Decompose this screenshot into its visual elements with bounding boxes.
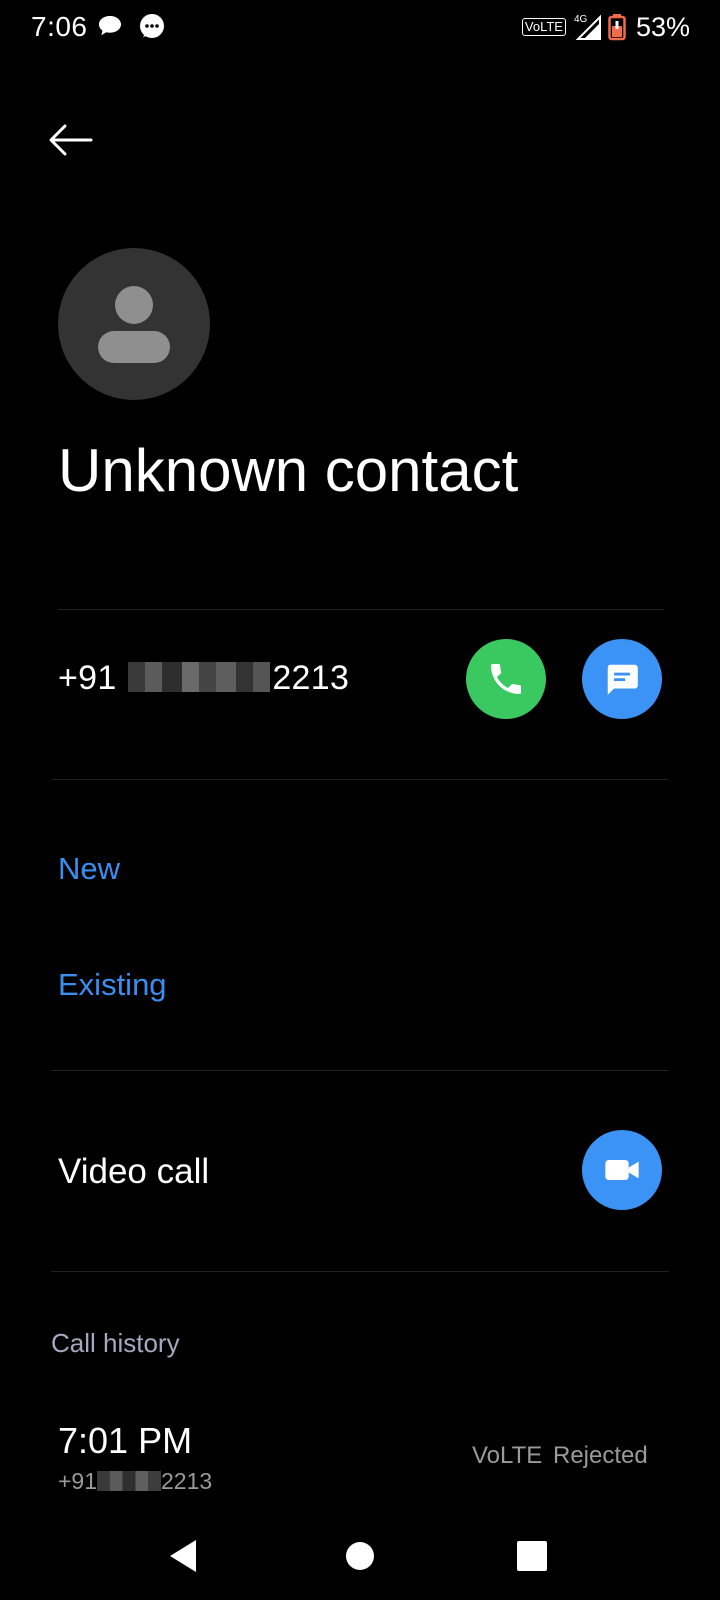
nav-home-button[interactable]: [338, 1534, 382, 1578]
battery-icon: [608, 14, 626, 41]
back-button[interactable]: [46, 118, 94, 162]
nav-recents-button[interactable]: [510, 1534, 554, 1578]
redacted-digits: [97, 1470, 162, 1491]
video-call-label[interactable]: Video call: [58, 1152, 209, 1192]
existing-contact-link[interactable]: Existing: [58, 967, 167, 1003]
battery-percent: 53%: [635, 11, 690, 42]
triangle-back-icon: [170, 1540, 196, 1572]
status-bar: 7:06 VoLTE 4G 53%: [0, 0, 720, 56]
history-number-prefix: +91: [58, 1468, 98, 1494]
message-icon: [140, 14, 164, 38]
phone-suffix: 2213: [272, 659, 350, 697]
square-recents-icon: [517, 1541, 547, 1571]
svg-text:4G: 4G: [574, 14, 588, 25]
history-number-suffix: 2213: [161, 1468, 213, 1494]
volte-badge: VoLTE: [521, 18, 566, 36]
phone-number[interactable]: +91 2213: [58, 659, 349, 698]
redacted-digits: [128, 662, 271, 693]
history-call-status: Rejected: [553, 1442, 648, 1469]
video-camera-icon: [605, 1160, 639, 1180]
contact-details-screen: 7:06 VoLTE 4G 53% Unknown contact +91 22…: [0, 0, 720, 1600]
contact-name: Unknown contact: [58, 437, 519, 504]
message-button[interactable]: [582, 639, 662, 719]
circle-home-icon: [346, 1542, 374, 1570]
call-button[interactable]: [466, 639, 546, 719]
phone-prefix: +91: [58, 659, 117, 697]
chat-icon: [607, 664, 638, 695]
avatar: [58, 248, 210, 400]
nav-back-button[interactable]: [162, 1534, 206, 1578]
history-call-type: VoLTE: [472, 1442, 543, 1469]
call-history-label: Call history: [51, 1328, 180, 1358]
divider: [51, 1271, 669, 1272]
phone-icon: [491, 664, 521, 694]
history-number: +91 2213: [58, 1468, 212, 1495]
navigation-bar: [0, 1520, 720, 1590]
divider: [51, 1070, 669, 1071]
back-arrow-icon: [49, 124, 93, 156]
status-right: VoLTE 4G 53%: [521, 11, 690, 42]
status-time: 7:06: [31, 11, 88, 42]
chat-bubble-icon: [99, 16, 121, 36]
divider: [58, 609, 664, 610]
video-call-button[interactable]: [582, 1130, 662, 1210]
signal-icon: 4G: [574, 14, 601, 40]
divider: [51, 779, 669, 780]
person-icon: [98, 286, 170, 363]
new-contact-link[interactable]: New: [58, 851, 120, 887]
history-time: 7:01 PM: [58, 1420, 193, 1461]
